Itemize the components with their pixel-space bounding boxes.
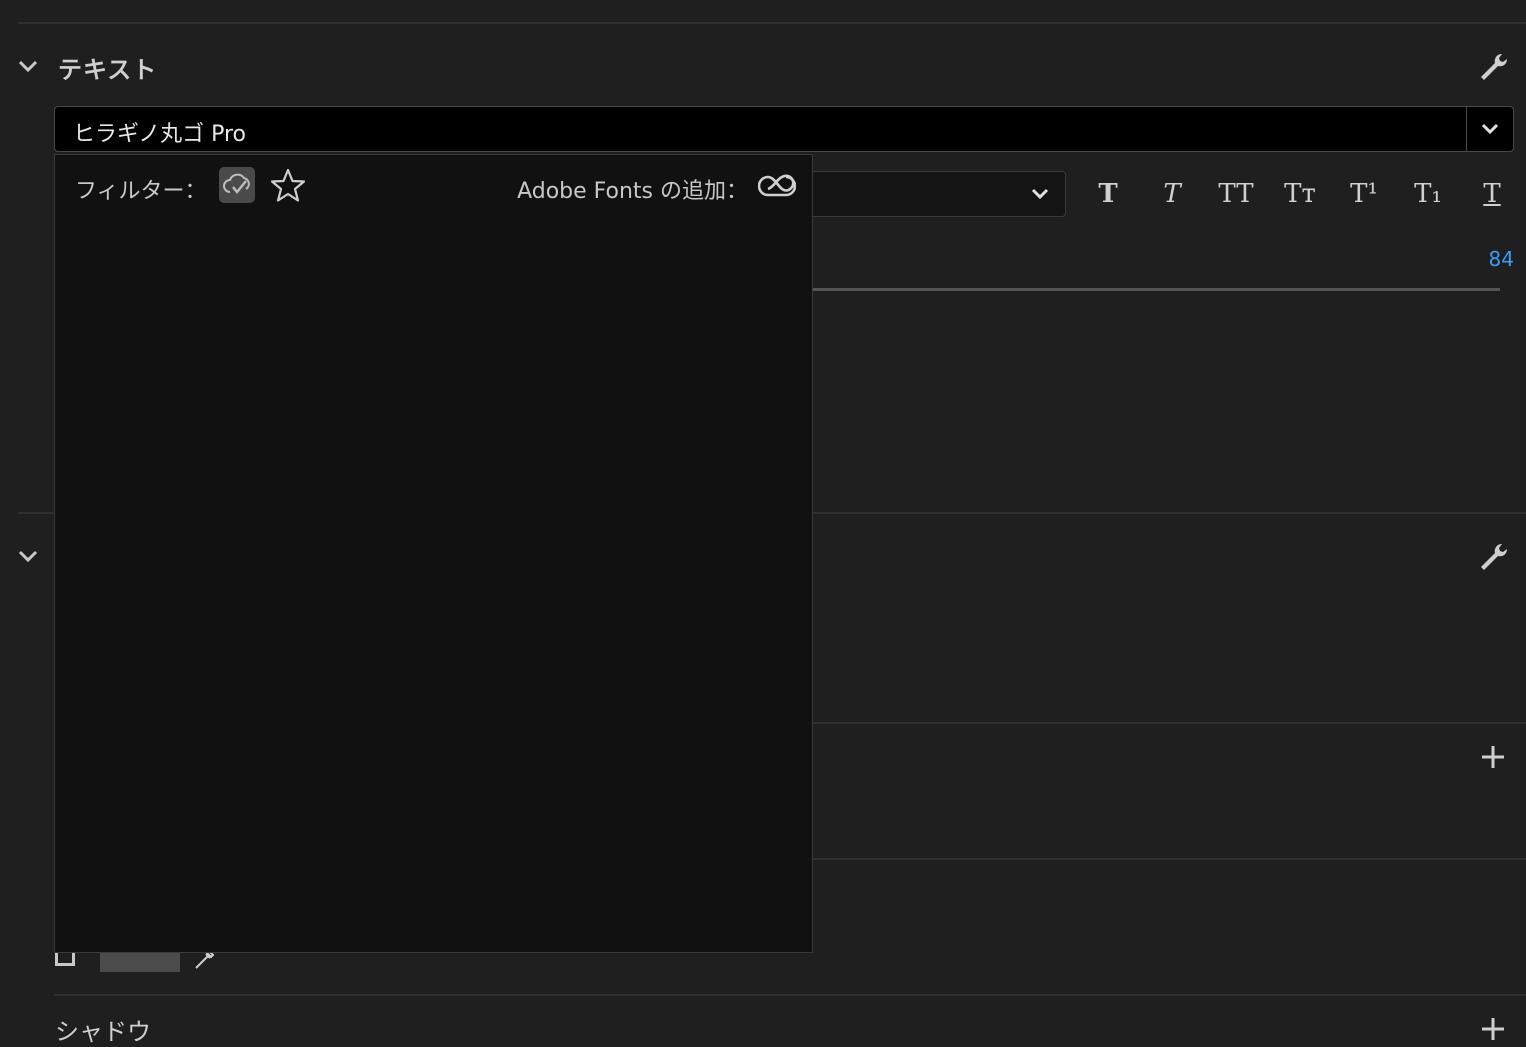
italic-button[interactable]: T [1152, 176, 1192, 212]
section-divider-4 [54, 994, 1526, 996]
text-section-collapse-chevron-icon[interactable] [16, 54, 40, 78]
font-family-dropdown-chevron-icon[interactable] [1466, 107, 1513, 151]
top-divider [18, 22, 1526, 24]
underline-button[interactable]: T [1472, 176, 1512, 212]
add-plus-icon[interactable] [1480, 744, 1506, 770]
subscript-button[interactable]: T₁ [1408, 176, 1448, 212]
filter-label: フィルター： [75, 179, 207, 204]
section-2-wrench-icon[interactable] [1476, 540, 1510, 574]
font-size-value[interactable]: 84 [1489, 247, 1514, 271]
add-shadow-plus-icon[interactable] [1480, 1016, 1506, 1042]
font-size-slider[interactable] [812, 288, 1500, 291]
font-dropdown-panel[interactable]: フィルター： Adobe Fonts の追加： [54, 154, 813, 953]
text-section-title: テキスト [58, 56, 158, 84]
font-style-chevron-icon[interactable] [1029, 183, 1051, 209]
installed-fonts-filter-icon[interactable] [219, 167, 255, 203]
font-style-select[interactable] [812, 171, 1066, 217]
small-caps-button[interactable]: Tт [1280, 176, 1320, 212]
all-caps-button[interactable]: TT [1216, 176, 1256, 212]
text-section-wrench-icon[interactable] [1476, 50, 1510, 84]
favorites-star-icon[interactable] [269, 167, 307, 205]
font-family-select[interactable]: ヒラギノ丸ゴ Pro [54, 106, 1514, 152]
font-family-value: ヒラギノ丸ゴ Pro [73, 122, 247, 147]
color-swatch[interactable] [100, 950, 180, 972]
adobe-fonts-add-label: Adobe Fonts の追加： [517, 179, 748, 204]
shadow-label: シャドウ [55, 1018, 151, 1046]
section-2-collapse-chevron-icon[interactable] [16, 544, 40, 568]
bold-button[interactable]: T [1088, 176, 1128, 212]
superscript-button[interactable]: T¹ [1344, 176, 1384, 212]
creative-cloud-icon[interactable] [757, 169, 797, 201]
